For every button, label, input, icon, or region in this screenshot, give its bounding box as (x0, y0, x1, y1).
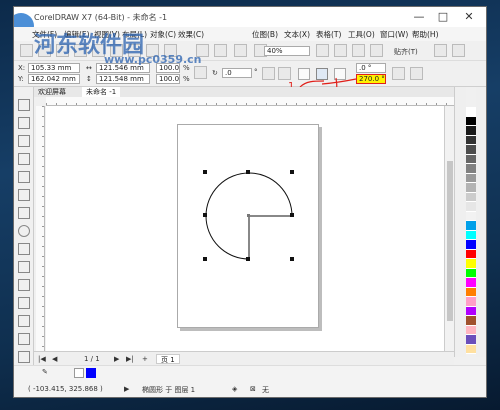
color-palette (466, 107, 476, 357)
first-page-icon[interactable]: |◀ (38, 355, 46, 363)
selection-handle[interactable] (246, 170, 250, 174)
page-tab[interactable]: 页 1 (156, 354, 180, 364)
selection-handle[interactable] (203, 170, 207, 174)
palette-swatch[interactable] (466, 154, 476, 164)
vertical-scrollbar[interactable] (444, 106, 454, 351)
palette-swatch[interactable] (466, 268, 476, 278)
last-page-icon[interactable]: ▶| (126, 355, 134, 363)
palette-swatch[interactable] (466, 306, 476, 316)
palette-swatch[interactable] (466, 116, 476, 126)
selection-handle[interactable] (290, 257, 294, 261)
palette-swatch[interactable] (466, 316, 476, 326)
no-fill-icon: ⊠ (250, 385, 256, 393)
docker-tabs (476, 87, 486, 357)
no-color-swatch[interactable] (74, 368, 84, 378)
palette-swatch[interactable] (466, 221, 476, 231)
palette-swatch[interactable] (466, 240, 476, 250)
color-indicator-bar: ✎ (14, 365, 486, 379)
play-icon[interactable]: ▶ (124, 385, 129, 393)
palette-swatch[interactable] (466, 344, 476, 354)
selection-handle[interactable] (203, 213, 207, 217)
palette-swatch[interactable] (466, 230, 476, 240)
scroll-thumb[interactable] (447, 161, 453, 321)
watermark-url: www.pc0359.cn (104, 53, 202, 66)
palette-swatch[interactable] (466, 107, 476, 117)
palette-swatch[interactable] (466, 145, 476, 155)
selection-handle[interactable] (246, 257, 250, 261)
palette-swatch[interactable] (466, 202, 476, 212)
palette-swatch[interactable] (466, 287, 476, 297)
palette-swatch[interactable] (466, 211, 476, 221)
selection-handle[interactable] (290, 213, 294, 217)
palette-swatch[interactable] (466, 126, 476, 136)
palette-swatch[interactable] (466, 173, 476, 183)
palette-swatch[interactable] (466, 335, 476, 345)
palette-swatch[interactable] (466, 297, 476, 307)
status-bar: ( -103.415, 325.868 ) ▶ 椭圆形 于 图层 1 ◈ ⊠ 无 (14, 379, 486, 397)
next-page-icon[interactable]: ▶ (114, 355, 119, 363)
prev-page-icon[interactable]: ◀ (52, 355, 57, 363)
pie-shape-layer (205, 172, 293, 260)
eyedropper-icon[interactable]: ✎ (42, 368, 48, 376)
fill-status: 无 (262, 386, 269, 394)
docker-panel (454, 87, 466, 357)
page-counter: 1 / 1 (84, 355, 100, 363)
palette-swatch[interactable] (466, 325, 476, 335)
palette-swatch[interactable] (466, 183, 476, 193)
palette-swatch[interactable] (466, 135, 476, 145)
cursor-coordinates: ( -103.415, 325.868 ) (28, 385, 103, 393)
selection-handle[interactable] (290, 170, 294, 174)
page-navigator: |◀ ◀ 1 / 1 ▶ ▶| + 页 1 (34, 351, 454, 365)
center-marker (247, 214, 250, 217)
fill-indicator-icon: ◈ (232, 385, 238, 393)
blue-swatch[interactable] (86, 368, 96, 378)
palette-swatch[interactable] (466, 249, 476, 259)
palette-swatch[interactable] (466, 192, 476, 202)
app-window: CorelDRAW X7 (64-Bit) - 未命名 -1 — □ ✕ 文件(… (13, 6, 487, 398)
palette-swatch[interactable] (466, 164, 476, 174)
palette-swatch[interactable] (466, 278, 476, 288)
palette-swatch[interactable] (466, 259, 476, 269)
object-info: 椭圆形 于 图层 1 (142, 386, 196, 394)
selection-handle[interactable] (203, 257, 207, 261)
add-page-icon[interactable]: + (142, 355, 148, 363)
